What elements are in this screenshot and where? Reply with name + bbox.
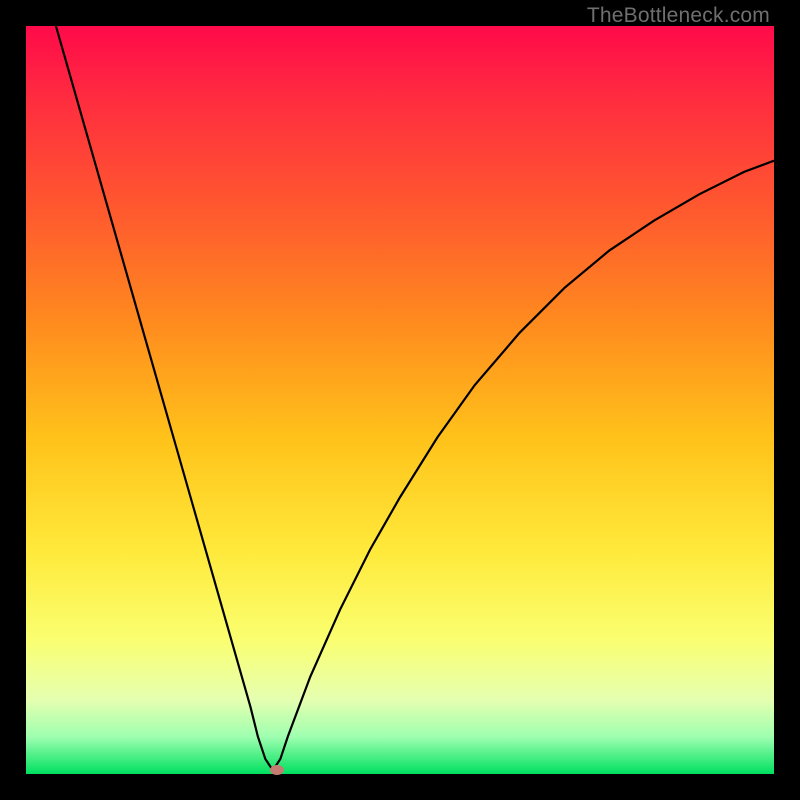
curve-path <box>56 26 774 770</box>
optimum-marker <box>270 765 284 775</box>
attribution-text: TheBottleneck.com <box>587 4 770 28</box>
chart-frame <box>26 26 774 774</box>
bottleneck-curve <box>26 26 774 774</box>
